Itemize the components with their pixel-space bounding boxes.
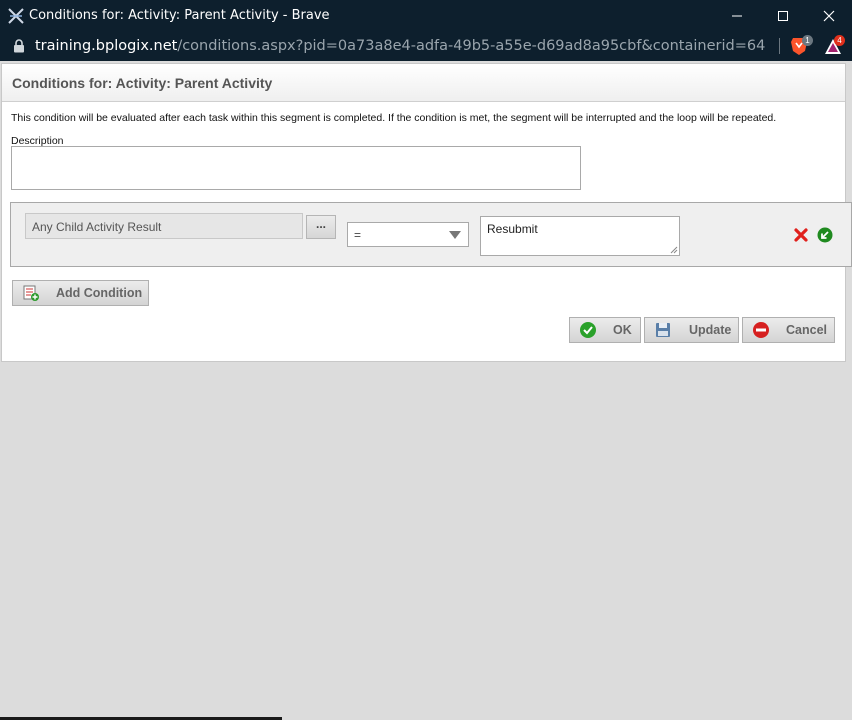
minimize-button[interactable]	[714, 0, 760, 31]
description-textarea[interactable]	[11, 146, 581, 190]
maximize-icon	[778, 10, 788, 21]
panel-title: Conditions for: Activity: Parent Activit…	[2, 64, 845, 102]
url-path: /conditions.aspx?pid=0a73a8e4-adfa-49b5-…	[177, 38, 765, 54]
apply-condition-icon[interactable]	[817, 227, 833, 243]
close-icon	[823, 10, 835, 21]
add-condition-label: Add Condition	[56, 286, 143, 300]
url-text[interactable]: training.bplogix.net/conditions.aspx?pid…	[35, 38, 765, 54]
brave-rewards-button[interactable]: 4	[823, 35, 845, 57]
ok-label: OK	[613, 323, 632, 337]
ok-button[interactable]: OK	[569, 317, 641, 343]
rewards-badge: 4	[834, 35, 845, 46]
window-controls	[714, 0, 852, 31]
url-domain: training.bplogix.net	[35, 38, 178, 54]
operator-select[interactable]: =	[347, 222, 469, 247]
operator-value: =	[354, 228, 362, 242]
dropdown-arrow-icon	[449, 231, 461, 239]
maximize-button[interactable]	[760, 0, 806, 31]
update-button[interactable]: Update	[644, 317, 739, 343]
delete-condition-icon[interactable]	[793, 227, 809, 243]
condition-field-input[interactable]: Any Child Activity Result	[25, 213, 303, 239]
cancel-button[interactable]: Cancel	[742, 317, 835, 343]
cancel-icon	[749, 318, 773, 342]
field-picker-button[interactable]: ...	[306, 215, 336, 239]
condition-row: Any Child Activity Result ... = Resubmit	[10, 202, 852, 267]
app-icon	[5, 5, 27, 27]
resize-grip-icon[interactable]	[670, 246, 678, 254]
address-separator	[779, 38, 780, 54]
add-condition-icon	[19, 281, 43, 305]
cancel-label: Cancel	[786, 323, 827, 337]
minimize-icon	[732, 15, 742, 16]
condition-info-text: This condition will be evaluated after e…	[11, 112, 777, 124]
save-disk-icon	[651, 318, 675, 342]
condition-value-textarea[interactable]: Resubmit	[480, 216, 680, 256]
brave-shields-button[interactable]: 1	[789, 35, 813, 57]
check-icon	[576, 318, 600, 342]
close-window-button[interactable]	[806, 0, 852, 31]
update-label: Update	[689, 323, 732, 337]
add-condition-button[interactable]: Add Condition	[12, 280, 149, 306]
condition-value-text: Resubmit	[487, 222, 538, 236]
address-bar[interactable]: training.bplogix.net/conditions.aspx?pid…	[0, 31, 852, 61]
window-title: Conditions for: Activity: Parent Activit…	[29, 8, 330, 23]
lock-icon[interactable]	[13, 39, 25, 53]
browser-titlebar: Conditions for: Activity: Parent Activit…	[0, 0, 852, 31]
brave-shields-badge: 1	[802, 35, 813, 46]
